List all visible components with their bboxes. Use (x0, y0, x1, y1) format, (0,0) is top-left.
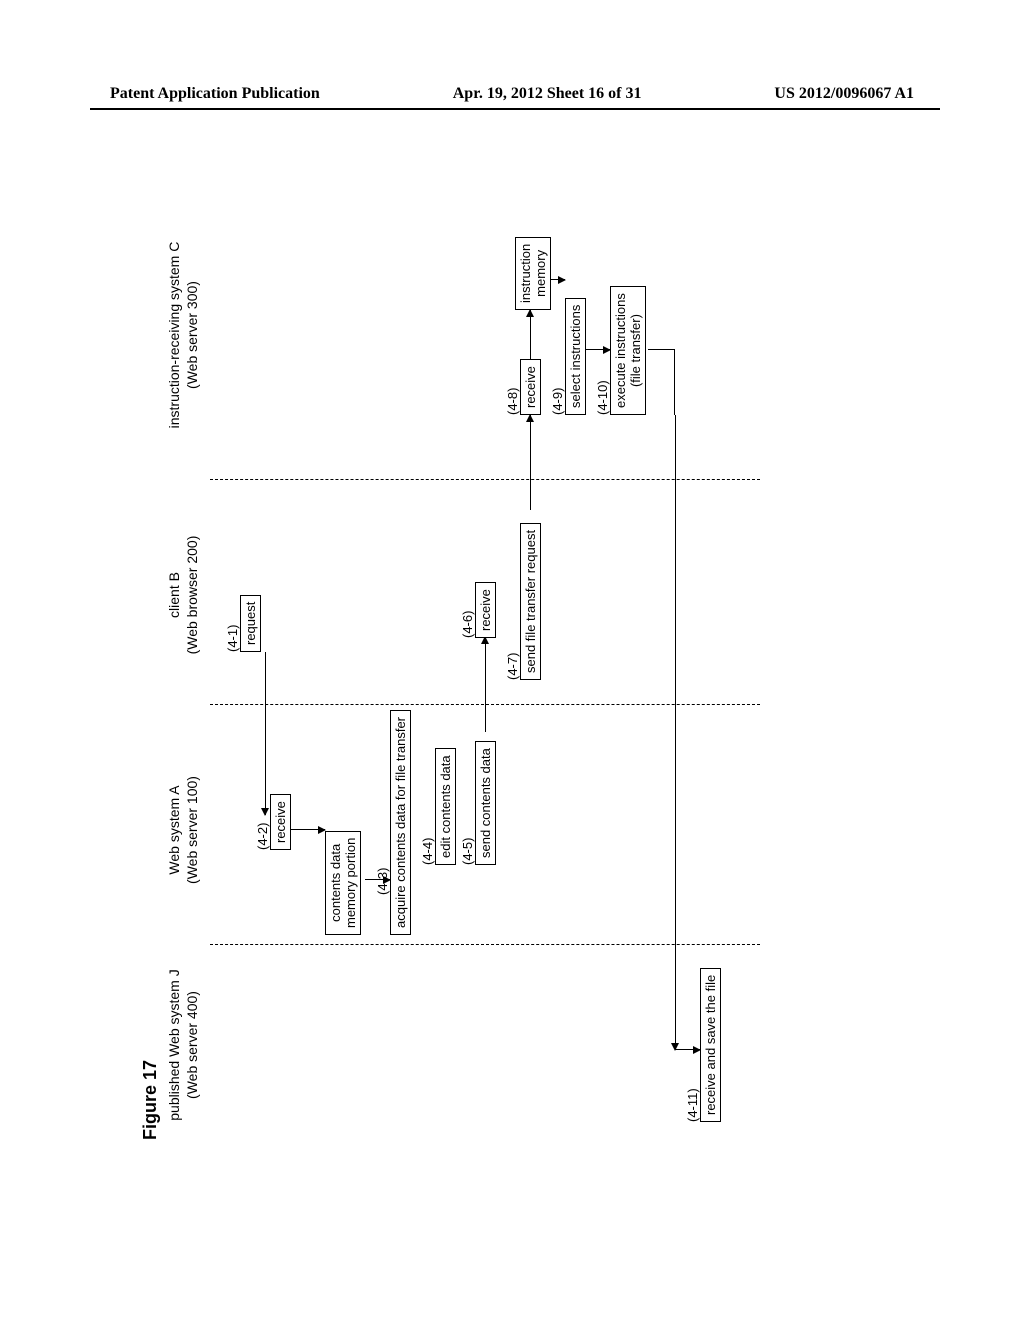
step-4-7-box: send file transfer request (520, 523, 541, 680)
lane-c-header: instruction-receiving system C (Web serv… (165, 220, 201, 450)
arrow-4-8-mem (530, 310, 531, 360)
lane-b-title: client B (165, 510, 183, 680)
step-4-1-num: (4-1) (225, 625, 240, 652)
arrow-4-5 (485, 637, 486, 732)
lane-a-title: Web system A (165, 745, 183, 915)
lane-a-subtitle: (Web server 100) (183, 745, 201, 915)
lane-c-subtitle: (Web server 300) (183, 220, 201, 450)
step-4-1-box: request (240, 595, 261, 652)
diagram-container: Figure 17 published Web system J (Web se… (0, 315, 965, 985)
divider-ja (210, 944, 760, 945)
lane-c-title: instruction-receiving system C (165, 220, 183, 450)
step-4-4-num: (4-4) (420, 838, 435, 865)
step-4-9-num: (4-9) (550, 388, 565, 415)
step-4-10-num: (4-10) (595, 380, 610, 415)
header-right: US 2012/0096067 A1 (774, 85, 914, 103)
step-4-11-box: receive and save the file (700, 968, 721, 1122)
step-4-10-box: execute instructions (file transfer) (610, 286, 646, 415)
arrow-4-10-down (648, 349, 675, 350)
lane-b-header: client B (Web browser 200) (165, 510, 201, 680)
arrow-4-2-down (290, 829, 325, 830)
lane-j-title: published Web system J (165, 960, 183, 1130)
lane-j-header: published Web system J (Web server 400) (165, 960, 201, 1130)
step-4-3-box: acquire contents data for file transfer (390, 710, 411, 935)
step-4-8-box: receive (520, 359, 541, 415)
figure-label: Figure 17 (140, 1060, 161, 1140)
step-4-11-num: (4-11) (685, 1088, 700, 1122)
arrow-mem-c-down (550, 279, 565, 280)
step-4-4-box: edit contents data (435, 748, 456, 865)
step-4-3-num: (4-3) (375, 868, 390, 895)
arrow-4-9-to-4-10 (585, 349, 610, 350)
step-4-6-num: (4-6) (460, 611, 475, 638)
lane-a-header: Web system A (Web server 100) (165, 745, 201, 915)
arrow-4-7 (530, 415, 531, 510)
header-divider (90, 108, 940, 110)
lane-j-subtitle: (Web server 400) (183, 960, 201, 1130)
arrow-4-10-to-j (675, 415, 676, 1050)
step-4-2-num: (4-2) (255, 823, 270, 850)
instruction-memory-box: instruction memory (515, 237, 551, 310)
step-4-2-box: receive (270, 794, 291, 850)
header-left: Patent Application Publication (110, 85, 320, 103)
step-4-8-num: (4-8) (505, 388, 520, 415)
page-header: Patent Application Publication Apr. 19, … (0, 85, 1024, 103)
arrow-4-10-h-stub (674, 349, 675, 415)
divider-bc (210, 479, 760, 480)
lane-b-subtitle: (Web browser 200) (183, 510, 201, 680)
header-center: Apr. 19, 2012 Sheet 16 of 31 (453, 85, 642, 103)
arrow-4-1 (265, 652, 266, 815)
step-4-9-box: select instructions (565, 298, 586, 415)
step-4-6-box: receive (475, 582, 496, 638)
step-4-5-num: (4-5) (460, 838, 475, 865)
contents-memory-box: contents data memory portion (325, 831, 361, 935)
step-4-7-num: (4-7) (505, 653, 520, 680)
step-4-5-box: send contents data (475, 741, 496, 865)
sequence-diagram: Figure 17 published Web system J (Web se… (130, 150, 800, 1150)
arrow-to-4-11 (675, 1049, 700, 1050)
